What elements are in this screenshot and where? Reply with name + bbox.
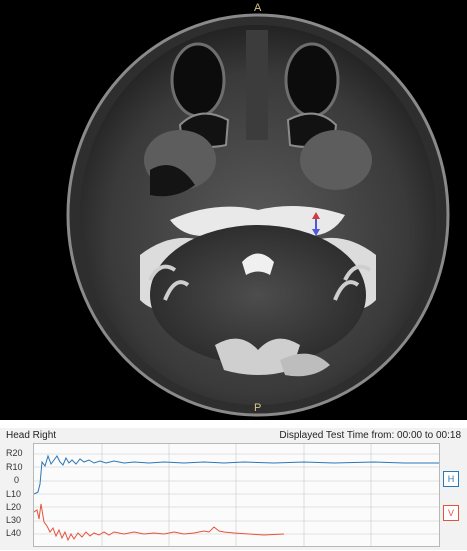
y-label-l30: L30 xyxy=(6,515,22,525)
y-label-r10: R10 xyxy=(6,462,23,472)
y-label-zero: 0 xyxy=(14,475,20,485)
anterior-label: A xyxy=(254,2,262,14)
horizontal-trace-line xyxy=(33,454,439,495)
y-label-l20: L20 xyxy=(6,502,22,512)
y-label-l40: L40 xyxy=(6,528,22,538)
trace-grid xyxy=(34,444,439,546)
trace-plot-area xyxy=(33,443,440,547)
y-label-r20: R20 xyxy=(6,448,23,458)
trace-title: Head Right xyxy=(6,430,57,441)
posterior-label: P xyxy=(254,402,262,414)
eye-movement-trace-panel: Head Right Displayed Test Time from: 00:… xyxy=(0,428,467,550)
test-time-label: Displayed Test Time from: 00:00 to 00:18 xyxy=(279,430,461,441)
y-label-l10: L10 xyxy=(6,489,22,499)
trace-svg xyxy=(33,444,439,546)
mri-scan-panel: A P xyxy=(0,0,467,420)
mri-axial-image xyxy=(66,13,450,417)
vertical-trace-line xyxy=(33,503,285,542)
vertical-legend-box: V xyxy=(443,505,459,521)
horizontal-legend-box: H xyxy=(443,471,459,487)
